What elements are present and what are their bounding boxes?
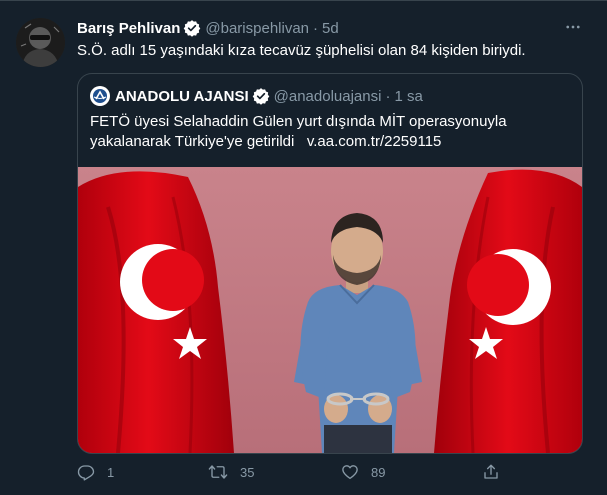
tweet-text: S.Ö. adlı 15 yaşındaki kıza tecavüz şüph…	[77, 42, 526, 59]
more-options-icon[interactable]	[561, 15, 585, 39]
quoted-tweet-text: FETÖ üyesi Selahaddin Gülen yurt dışında…	[90, 112, 570, 152]
tweet-actions: 1 35 89	[77, 461, 583, 483]
retweet-icon	[208, 465, 228, 479]
reply-count: 1	[107, 464, 115, 480]
quoted-tweet-time: 1 sa	[394, 87, 423, 105]
tweet-header: Barış Pehlivan @barispehlivan · 5d	[77, 18, 339, 38]
quoted-text-line-2: yakalanarak Türkiye'ye getirildi	[90, 133, 295, 150]
share-icon	[484, 464, 498, 479]
author-handle[interactable]: @barispehlivan	[205, 20, 309, 37]
tweet[interactable]: Barış Pehlivan @barispehlivan · 5d S.Ö. …	[0, 0, 607, 495]
quoted-author-name: ANADOLU AJANSI	[115, 87, 249, 105]
author-name[interactable]: Barış Pehlivan	[77, 20, 180, 37]
share-button[interactable]	[482, 461, 500, 483]
like-count: 89	[371, 464, 386, 480]
retweet-button[interactable]: 35	[208, 461, 254, 483]
verified-badge-icon	[252, 87, 270, 105]
heart-icon	[342, 465, 358, 480]
quoted-author-handle: @anadoluajansi	[273, 87, 382, 105]
quoted-tweet-header: ANADOLU AJANSI @anadoluajansi · 1 sa	[90, 86, 423, 106]
verified-badge-icon	[183, 19, 201, 37]
quoted-tweet[interactable]: ANADOLU AJANSI @anadoluajansi · 1 sa FET…	[77, 73, 583, 454]
tweet-time[interactable]: 5d	[322, 20, 339, 37]
aa-logo-icon	[93, 89, 107, 103]
separator: ·	[313, 19, 319, 37]
quoted-text-line-1: FETÖ üyesi Selahaddin Gülen yurt dışında…	[90, 113, 507, 130]
quoted-avatar	[90, 86, 110, 106]
like-button[interactable]: 89	[341, 461, 385, 483]
separator: ·	[385, 87, 391, 105]
ellipsis-icon	[566, 25, 580, 29]
reply-icon	[77, 465, 95, 481]
quoted-tweet-photo[interactable]	[78, 167, 582, 453]
retweet-count: 35	[240, 464, 255, 480]
reply-button[interactable]: 1	[77, 461, 114, 483]
photo-man-between-flags	[78, 167, 582, 453]
avatar[interactable]	[16, 18, 65, 67]
quoted-link[interactable]: v.aa.com.tr/2259115	[307, 133, 442, 150]
